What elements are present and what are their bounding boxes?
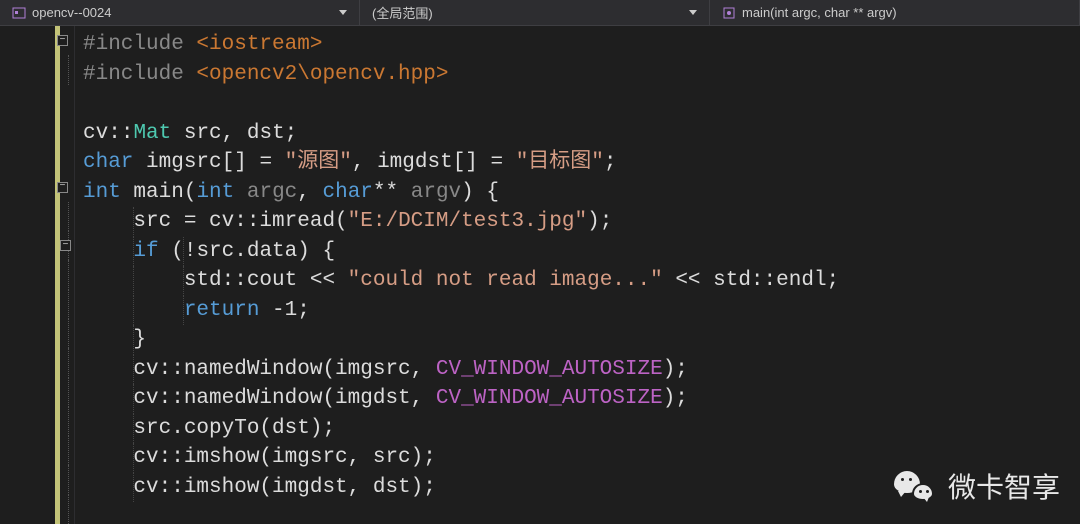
- watermark: 微卡智享: [894, 466, 1060, 506]
- project-label: opencv--0024: [32, 5, 112, 20]
- code-line: src = cv::imread("E:/DCIM/test3.jpg");: [83, 207, 1080, 237]
- code-line: char imgsrc[] = "源图", imgdst[] = "目标图";: [83, 148, 1080, 178]
- chevron-down-icon: [689, 10, 697, 15]
- function-label: main(int argc, char ** argv): [742, 5, 897, 20]
- code-line: cv::Mat src, dst;: [83, 119, 1080, 149]
- code-line: std::cout << "could not read image..." <…: [83, 266, 1080, 296]
- code-line: cv::namedWindow(imgsrc, CV_WINDOW_AUTOSI…: [83, 355, 1080, 385]
- scope-label: (全局范围): [372, 3, 433, 22]
- gutter: − − −: [0, 26, 75, 524]
- wechat-icon: [894, 469, 934, 503]
- scope-selector[interactable]: (全局范围): [360, 0, 710, 25]
- chevron-down-icon: [339, 10, 347, 15]
- watermark-text: 微卡智享: [948, 466, 1060, 506]
- code-line: #include <opencv2\opencv.hpp>: [83, 60, 1080, 90]
- collapse-toggle[interactable]: −: [57, 182, 68, 193]
- code-line: src.copyTo(dst);: [83, 414, 1080, 444]
- code-line: [83, 89, 1080, 119]
- navigation-bar: opencv--0024 (全局范围) main(int argc, char …: [0, 0, 1080, 26]
- code-line: #include <iostream>: [83, 30, 1080, 60]
- code-line: if (!src.data) {: [83, 237, 1080, 267]
- code-editor[interactable]: − − − #include <iostream> #include <open…: [0, 26, 1080, 524]
- code-line: int main(int argc, char** argv) {: [83, 178, 1080, 208]
- project-icon: [12, 6, 26, 20]
- code-line: cv::namedWindow(imgdst, CV_WINDOW_AUTOSI…: [83, 384, 1080, 414]
- code-area[interactable]: #include <iostream> #include <opencv2\op…: [75, 26, 1080, 524]
- project-selector[interactable]: opencv--0024: [0, 0, 360, 25]
- code-line: }: [83, 325, 1080, 355]
- collapse-toggle[interactable]: −: [57, 35, 68, 46]
- code-line: return -1;: [83, 296, 1080, 326]
- function-icon: [722, 6, 736, 20]
- function-selector[interactable]: main(int argc, char ** argv): [710, 0, 1080, 25]
- collapse-toggle[interactable]: −: [60, 240, 71, 251]
